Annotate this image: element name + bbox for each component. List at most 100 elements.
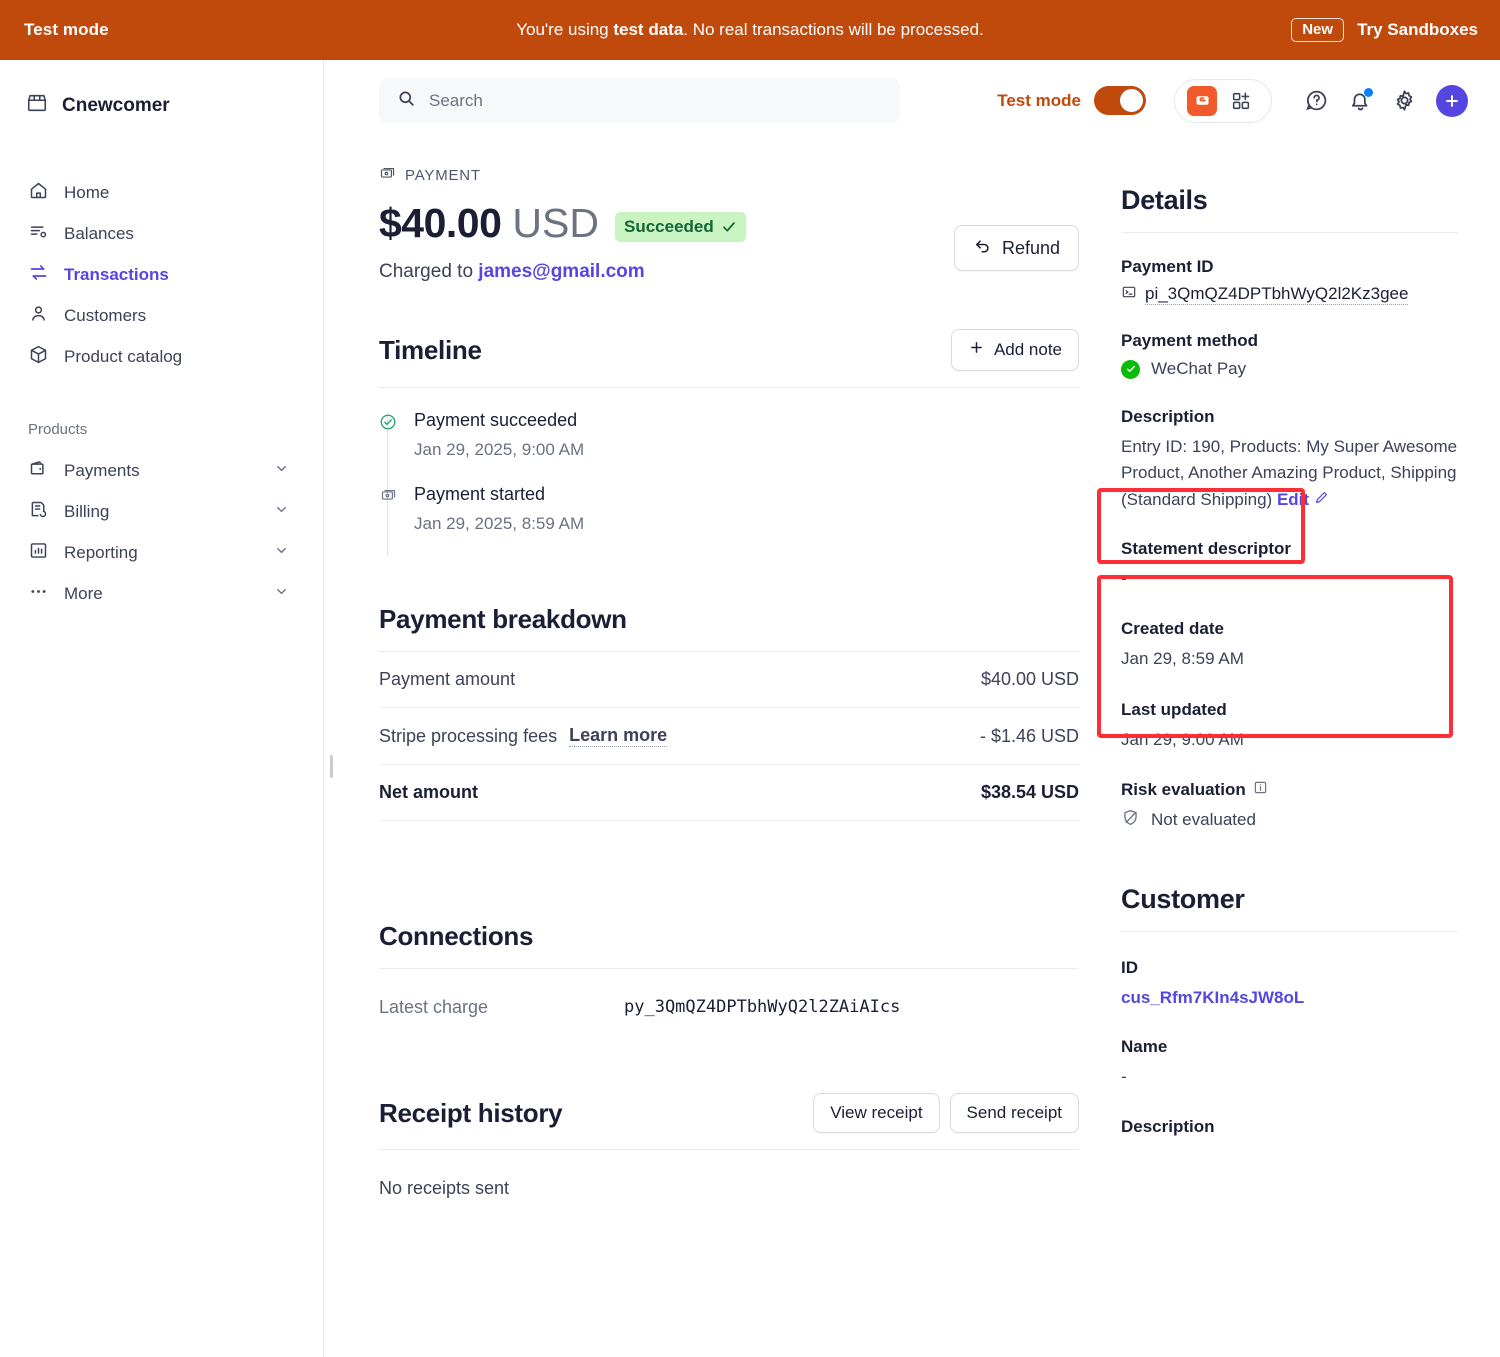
test-mode-switch[interactable]: [1094, 86, 1146, 115]
created-date-label: Created date: [1121, 619, 1224, 639]
created-date-field: Created date Jan 29, 8:59 AM: [1121, 619, 1458, 672]
timeline-event-date: Jan 29, 2025, 9:00 AM: [414, 440, 585, 459]
refund-button[interactable]: Refund: [953, 225, 1079, 271]
account-brand[interactable]: Cnewcomer: [0, 82, 323, 130]
apps-pill-group[interactable]: [1174, 78, 1272, 123]
last-updated-value: Jan 29, 9:00 AM: [1121, 729, 1244, 749]
test-mode-banner: Test mode You're using test data. No rea…: [0, 0, 1500, 60]
breakdown-label: Stripe processing fees Learn more: [379, 725, 668, 747]
settings-icon[interactable]: [1382, 79, 1426, 123]
try-sandboxes-link[interactable]: Try Sandboxes: [1357, 20, 1478, 40]
payment-method-text: WeChat Pay: [1151, 359, 1247, 378]
sidebar-item-product-catalog[interactable]: Product catalog: [0, 336, 323, 377]
breakdown-value: - $1.46 USD: [979, 725, 1079, 746]
try-sandboxes-group[interactable]: New Try Sandboxes: [1291, 18, 1478, 42]
charged-to-email-link[interactable]: james@gmail.com: [478, 261, 644, 282]
payment-id-label: Payment ID: [1121, 257, 1214, 276]
statement-descriptor-label: Statement descriptor: [1121, 539, 1292, 559]
sidebar-item-more[interactable]: More: [0, 573, 323, 614]
status-badge-label: Succeeded: [623, 216, 714, 236]
sidebar-item-reporting[interactable]: Reporting: [0, 532, 323, 573]
payment-method-value: WeChat Pay: [1121, 359, 1458, 379]
breakdown-label-text: Stripe processing fees: [379, 725, 558, 746]
timeline-heading: Timeline: [379, 334, 482, 365]
sidebar-item-label: Home: [64, 183, 110, 202]
risk-evaluation-text: Not evaluated: [1151, 810, 1256, 830]
stripe-app-icon[interactable]: [1187, 85, 1217, 116]
sidebar-item-label: More: [64, 584, 103, 603]
statement-descriptor-field: Statement descriptor -: [1121, 539, 1458, 592]
sidebar-item-label: Payments: [64, 461, 140, 480]
plus-icon: [968, 339, 985, 361]
test-mode-toggle[interactable]: Test mode: [997, 86, 1146, 115]
store-icon: [26, 92, 48, 120]
refund-icon: [973, 236, 992, 260]
primary-nav: Home Balances Transactions Customers Pro…: [0, 172, 323, 377]
help-icon[interactable]: [1294, 79, 1338, 123]
payment-id-field: Payment ID pi_3QmQZ4DPTbhWyQ2l2Kz3gee: [1121, 257, 1458, 305]
description-field: Description Entry ID: 190, Products: My …: [1121, 407, 1458, 513]
account-name: Cnewcomer: [62, 95, 170, 116]
payment-breakdown-section: Payment breakdown Payment amount $40.00 …: [379, 604, 1079, 821]
test-mode-toggle-label: Test mode: [997, 90, 1081, 110]
description-label: Description: [1121, 407, 1215, 426]
customer-id-field: ID cus_Rfm7KIn4sJW8oL: [1121, 958, 1458, 1011]
timeline-event-title: Payment started: [414, 484, 546, 504]
details-panel: Details Payment ID pi_3QmQZ4DPTbhWyQ2l2K…: [1121, 140, 1500, 1357]
view-receipt-button[interactable]: View receipt: [813, 1093, 940, 1133]
learn-more-link[interactable]: Learn more: [569, 725, 668, 747]
risk-evaluation-label-text: Risk evaluation: [1121, 780, 1246, 800]
search-input[interactable]: Search: [379, 78, 900, 123]
notification-dot: [1364, 87, 1373, 97]
statement-descriptor-value: -: [1121, 569, 1127, 589]
payment-id-value[interactable]: pi_3QmQZ4DPTbhWyQ2l2Kz3gee: [1121, 284, 1458, 305]
description-value: Entry ID: 190, Products: My Super Awesom…: [1121, 434, 1458, 513]
search-placeholder: Search: [429, 90, 483, 110]
breakdown-row: Stripe processing fees Learn more - $1.4…: [379, 708, 1079, 765]
customer-description-label: Description: [1121, 1116, 1215, 1136]
sidebar-item-home[interactable]: Home: [0, 172, 323, 213]
timeline-section: Timeline Add note Payment succeeded Jan …: [379, 329, 1079, 558]
risk-evaluation-value: Not evaluated: [1121, 808, 1458, 832]
risk-evaluation-field: Risk evaluation Not evaluated: [1121, 780, 1458, 832]
notifications-icon[interactable]: [1338, 79, 1382, 123]
breakdown-value: $40.00 USD: [980, 669, 1079, 689]
send-receipt-button[interactable]: Send receipt: [949, 1093, 1079, 1133]
receipt-actions: View receipt Send receipt: [813, 1093, 1079, 1133]
copy-id-icon[interactable]: [1121, 284, 1137, 305]
sidebar-item-label: Billing: [64, 502, 110, 521]
payment-method-label: Payment method: [1121, 331, 1258, 350]
connections-header: Connections: [379, 921, 1079, 968]
customer-name-value: -: [1121, 1067, 1127, 1087]
payment-breakdown-header: Payment breakdown: [379, 604, 1079, 651]
status-badge: Succeeded: [614, 211, 746, 242]
customer-description-field: Description: [1121, 1117, 1458, 1137]
banner-message-prefix: You're using: [516, 20, 614, 39]
apps-grid-icon[interactable]: [1223, 83, 1259, 119]
sidebar-item-balances[interactable]: Balances: [0, 213, 323, 254]
breakdown-value: $38.54 USD: [980, 782, 1079, 802]
main-content: PAYMENT $40.00 USD Succeeded Charged to …: [324, 140, 1124, 1357]
chevron-down-icon: [274, 584, 289, 604]
edit-description-link[interactable]: Edit: [1277, 487, 1329, 513]
sidebar-item-billing[interactable]: Billing: [0, 491, 323, 532]
sidebar-item-customers[interactable]: Customers: [0, 295, 323, 336]
divider: [1121, 232, 1458, 233]
timeline-event: Payment started Jan 29, 2025, 8:59 AM: [379, 484, 1079, 558]
sidebar-item-payments[interactable]: Payments: [0, 450, 323, 491]
sidebar-item-transactions[interactable]: Transactions: [0, 254, 323, 295]
payment-amount: $40.00: [379, 200, 502, 246]
more-icon: [28, 581, 49, 607]
payment-eyebrow-label: PAYMENT: [405, 167, 481, 184]
add-note-button[interactable]: Add note: [950, 329, 1079, 371]
info-icon[interactable]: [1253, 780, 1268, 800]
add-note-label: Add note: [993, 340, 1062, 359]
create-icon[interactable]: [1436, 84, 1468, 117]
connections-value[interactable]: py_3QmQZ4DPTbhWyQ2l2ZAiAIcs: [624, 997, 900, 1018]
customer-id-value[interactable]: cus_Rfm7KIn4sJW8oL: [1121, 985, 1458, 1011]
payment-eyebrow: PAYMENT: [379, 165, 1079, 186]
banner-message-bold: test data: [613, 20, 684, 39]
created-date-value: Jan 29, 8:59 AM: [1121, 649, 1244, 669]
breakdown-row-total: Net amount $38.54 USD: [379, 765, 1079, 821]
reporting-icon: [28, 540, 49, 566]
